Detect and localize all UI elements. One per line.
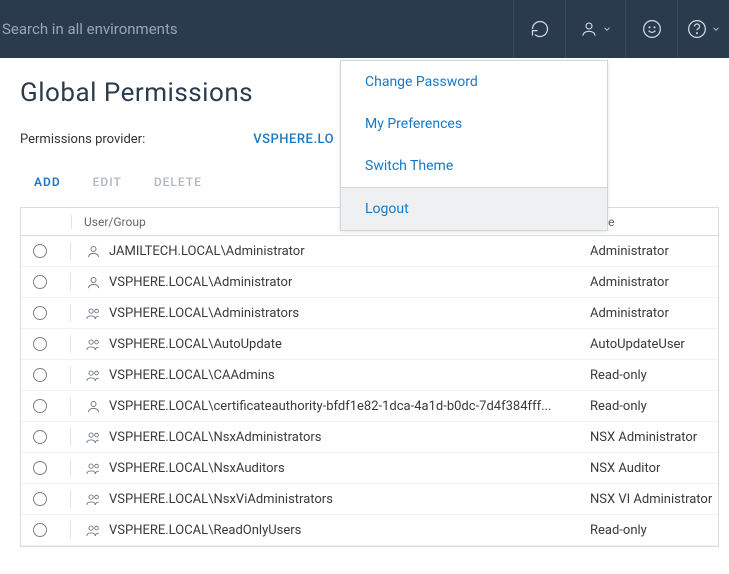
cell-role: AutoUpdateUser xyxy=(578,337,718,352)
smiley-icon xyxy=(642,19,662,39)
provider-value[interactable]: VSPHERE.LO xyxy=(253,132,334,147)
cell-role: Read-only xyxy=(578,399,718,414)
chevron-down-icon xyxy=(602,24,612,34)
cell-user-name: VSPHERE.LOCAL\Administrator xyxy=(109,275,292,290)
cell-user-name: VSPHERE.LOCAL\CAAdmins xyxy=(109,368,275,383)
refresh-icon xyxy=(530,19,550,39)
table-row[interactable]: VSPHERE.LOCAL\certificateauthority-bfdf1… xyxy=(21,391,718,422)
menu-switch-theme[interactable]: Switch Theme xyxy=(341,145,607,187)
group-icon xyxy=(83,337,103,352)
radio-icon[interactable] xyxy=(33,399,47,413)
radio-icon[interactable] xyxy=(33,523,47,537)
radio-icon[interactable] xyxy=(33,275,47,289)
help-button[interactable] xyxy=(677,0,729,58)
row-select[interactable] xyxy=(21,304,71,322)
cell-user: VSPHERE.LOCAL\AutoUpdate xyxy=(71,337,578,352)
cell-user-name: VSPHERE.LOCAL\Administrators xyxy=(109,306,299,321)
row-select[interactable] xyxy=(21,242,71,260)
cell-role: Read-only xyxy=(578,523,718,538)
menu-logout[interactable]: Logout xyxy=(341,188,607,230)
cell-user: VSPHERE.LOCAL\NsxViAdministrators xyxy=(71,492,578,507)
cell-user: VSPHERE.LOCAL\NsxAdministrators xyxy=(71,430,578,445)
cell-role: Administrator xyxy=(578,275,718,290)
cell-user-name: VSPHERE.LOCAL\ReadOnlyUsers xyxy=(109,523,301,538)
table-row[interactable]: VSPHERE.LOCAL\AutoUpdate AutoUpdateUser xyxy=(21,329,718,360)
refresh-button[interactable] xyxy=(513,0,565,58)
permissions-table: User/Group Role JAMILTECH.LOCAL\Administ… xyxy=(20,207,719,547)
menu-change-password[interactable]: Change Password xyxy=(341,61,607,103)
cell-user-name: VSPHERE.LOCAL\NsxAuditors xyxy=(109,461,285,476)
row-select[interactable] xyxy=(21,366,71,384)
table-row[interactable]: JAMILTECH.LOCAL\Administrator Administrat… xyxy=(21,236,718,267)
cell-user-name: VSPHERE.LOCAL\NsxAdministrators xyxy=(109,430,322,445)
user-icon xyxy=(580,20,598,38)
search-input[interactable]: Search in all environments xyxy=(2,20,513,38)
table-body: JAMILTECH.LOCAL\Administrator Administrat… xyxy=(21,236,718,546)
column-user-label: User/Group xyxy=(84,215,146,229)
table-row[interactable]: VSPHERE.LOCAL\CAAdmins Read-only xyxy=(21,360,718,391)
radio-icon[interactable] xyxy=(33,337,47,351)
user-icon xyxy=(83,244,103,259)
cell-user: JAMILTECH.LOCAL\Administrator xyxy=(71,244,578,259)
table-row[interactable]: VSPHERE.LOCAL\NsxViAdministrators NSX VI … xyxy=(21,484,718,515)
radio-icon[interactable] xyxy=(33,461,47,475)
row-select[interactable] xyxy=(21,335,71,353)
row-select[interactable] xyxy=(21,428,71,446)
group-icon xyxy=(83,461,103,476)
cell-role: Administrator xyxy=(578,306,718,321)
table-row[interactable]: VSPHERE.LOCAL\Administrators Administrato… xyxy=(21,298,718,329)
row-select[interactable] xyxy=(21,273,71,291)
chevron-down-icon xyxy=(711,24,721,34)
cell-user-name: JAMILTECH.LOCAL\Administrator xyxy=(109,244,305,259)
table-row[interactable]: VSPHERE.LOCAL\NsxAuditors NSX Auditor xyxy=(21,453,718,484)
cell-user: VSPHERE.LOCAL\certificateauthority-bfdf1… xyxy=(71,399,578,414)
cell-user: VSPHERE.LOCAL\ReadOnlyUsers xyxy=(71,523,578,538)
radio-icon[interactable] xyxy=(33,368,47,382)
cell-user: VSPHERE.LOCAL\CAAdmins xyxy=(71,368,578,383)
row-select[interactable] xyxy=(21,521,71,539)
cell-role: Read-only xyxy=(578,368,718,383)
cell-user: VSPHERE.LOCAL\Administrator xyxy=(71,275,578,290)
topbar: Search in all environments xyxy=(0,0,729,58)
edit-button: EDIT xyxy=(93,175,122,189)
cell-user-name: VSPHERE.LOCAL\certificateauthority-bfdf1… xyxy=(109,399,551,414)
topbar-actions xyxy=(513,0,729,58)
radio-icon[interactable] xyxy=(33,492,47,506)
radio-icon[interactable] xyxy=(33,306,47,320)
cell-user: VSPHERE.LOCAL\NsxAuditors xyxy=(71,461,578,476)
table-row[interactable]: VSPHERE.LOCAL\ReadOnlyUsers Read-only xyxy=(21,515,718,546)
row-select[interactable] xyxy=(21,459,71,477)
radio-icon[interactable] xyxy=(33,430,47,444)
group-icon xyxy=(83,430,103,445)
smiley-button[interactable] xyxy=(625,0,677,58)
group-icon xyxy=(83,368,103,383)
menu-my-preferences[interactable]: My Preferences xyxy=(341,103,607,145)
cell-user: VSPHERE.LOCAL\Administrators xyxy=(71,306,578,321)
add-button[interactable]: ADD xyxy=(34,175,61,189)
delete-button: DELETE xyxy=(154,175,202,189)
group-icon xyxy=(83,523,103,538)
cell-user-name: VSPHERE.LOCAL\NsxViAdministrators xyxy=(109,492,333,507)
cell-role: NSX VI Administrator xyxy=(578,492,718,507)
radio-icon[interactable] xyxy=(33,244,47,258)
user-icon xyxy=(83,275,103,290)
group-icon xyxy=(83,306,103,321)
cell-user-name: VSPHERE.LOCAL\AutoUpdate xyxy=(109,337,282,352)
help-icon xyxy=(687,19,707,39)
row-select[interactable] xyxy=(21,397,71,415)
user-menu-button[interactable] xyxy=(565,0,625,58)
user-menu: Change Password My Preferences Switch Th… xyxy=(340,60,608,231)
provider-label: Permissions provider: xyxy=(20,132,250,147)
user-icon xyxy=(83,399,103,414)
table-row[interactable]: VSPHERE.LOCAL\NsxAdministrators NSX Admin… xyxy=(21,422,718,453)
group-icon xyxy=(83,492,103,507)
cell-role: Administrator xyxy=(578,244,718,259)
table-row[interactable]: VSPHERE.LOCAL\Administrator Administrator xyxy=(21,267,718,298)
cell-role: NSX Auditor xyxy=(578,461,718,476)
cell-role: NSX Administrator xyxy=(578,430,718,445)
row-select[interactable] xyxy=(21,490,71,508)
